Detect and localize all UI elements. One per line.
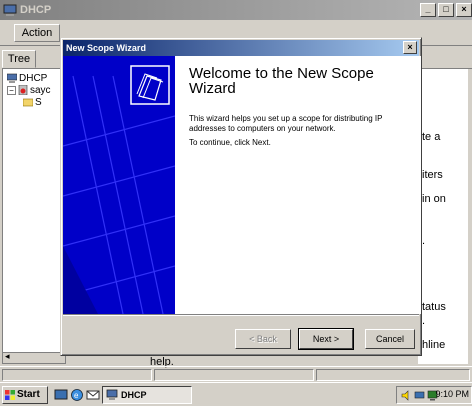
start-label: Start [17, 389, 40, 400]
status-cell [2, 369, 152, 381]
tree-tab[interactable]: Tree [2, 50, 36, 68]
status-cell [316, 369, 470, 381]
wizard-heading: Welcome to the New Scope Wizard [189, 65, 374, 97]
taskbar: Start e DHCP 9:10 PM [0, 382, 472, 406]
back-button[interactable]: < Back [235, 329, 291, 349]
network-icon[interactable] [414, 390, 425, 401]
wizard-title: New Scope Wizard [66, 43, 146, 53]
new-scope-wizard-dialog: New Scope Wizard × Welcome to the New Sc… [60, 37, 422, 356]
wizard-content: Welcome to the New Scope Wizard This wiz… [175, 56, 421, 314]
tree-pane[interactable]: DHCP − sayc S [2, 68, 66, 364]
tree-item-scope[interactable]: S [23, 97, 42, 108]
dhcp-app-icon [3, 4, 17, 16]
task-label: DHCP [121, 390, 147, 400]
scroll-left-icon[interactable]: ◂ [5, 351, 10, 362]
tree-item-label: sayc [30, 85, 51, 96]
maximize-button[interactable]: □ [438, 3, 454, 17]
horizontal-scrollbar[interactable]: ◂ [2, 351, 66, 364]
dhcp-icon [7, 74, 17, 84]
start-button[interactable]: Start [2, 386, 48, 404]
details-text-fragment: . [422, 235, 426, 247]
wizard-banner-art [63, 56, 175, 314]
windows-flag-icon [5, 390, 15, 400]
tree-item-label: DHCP [19, 73, 48, 84]
wizard-separator [63, 314, 419, 316]
dhcp-task-icon [106, 389, 118, 400]
system-tray: 9:10 PM [396, 386, 472, 404]
minimize-button[interactable]: _ [420, 3, 436, 17]
tree-item-dhcp[interactable]: DHCP [7, 73, 47, 84]
tree-item-server[interactable]: − sayc [7, 85, 51, 96]
vertical-scrollbar[interactable] [468, 69, 472, 365]
details-text-fragment: iters [422, 169, 443, 181]
wizard-banner [63, 56, 175, 314]
next-button[interactable]: Next > [298, 328, 354, 350]
action-menu[interactable]: Action [14, 24, 60, 42]
details-text-fragment: tatus [422, 301, 446, 313]
volume-icon[interactable] [401, 390, 412, 401]
show-desktop-icon[interactable] [54, 388, 68, 402]
cancel-button[interactable]: Cancel [365, 329, 415, 349]
details-pane: te a iters in on . tatus . hline [418, 68, 472, 365]
taskbar-dhcp-button[interactable]: DHCP [102, 386, 192, 404]
status-bar [0, 366, 472, 382]
outlook-express-icon[interactable] [86, 388, 100, 402]
folders-icon [130, 65, 170, 105]
details-text-fragment: hline [422, 339, 446, 351]
close-button[interactable]: × [456, 3, 472, 17]
details-text-fragment: te a [422, 131, 441, 143]
console-titlebar[interactable]: DHCP _ □ × [0, 0, 472, 20]
clock[interactable]: 9:10 PM [435, 389, 469, 399]
details-text-fragment: . [422, 315, 426, 327]
details-text-fragment: in on [422, 193, 446, 205]
internet-explorer-icon[interactable]: e [70, 388, 84, 402]
folder-icon [23, 99, 33, 107]
wizard-close-button[interactable]: × [403, 41, 417, 54]
console-title: DHCP [20, 4, 52, 16]
collapse-icon[interactable]: − [7, 85, 16, 95]
wizard-titlebar[interactable]: New Scope Wizard × [63, 40, 419, 56]
status-cell [154, 369, 314, 381]
server-icon [18, 85, 28, 96]
wizard-continue-text: To continue, click Next. [189, 138, 271, 147]
svg-text:e: e [74, 391, 79, 400]
wizard-description: This wizard helps you set up a scope for… [189, 114, 383, 133]
tree-item-label: S [35, 97, 42, 108]
